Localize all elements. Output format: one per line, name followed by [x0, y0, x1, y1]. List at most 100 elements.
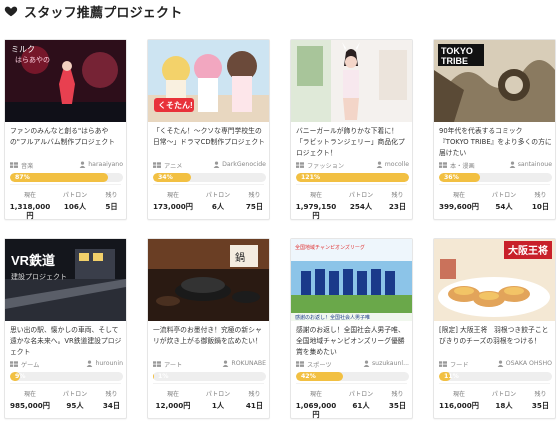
project-thumbnail[interactable]: VR鉄道 建設プロジェクト	[5, 239, 126, 321]
divider	[10, 184, 121, 185]
stat-value: 54人	[495, 202, 513, 211]
project-thumbnail[interactable]: くそたん!	[148, 40, 269, 122]
project-title[interactable]: 一流料亭のお墨付き！究極の新シャリが炊き上がる御飯鍋を広めたい！	[153, 325, 266, 359]
divider	[439, 184, 550, 185]
project-card[interactable]: バニーガールが飾りかな下着に！「ラビットランジェリー」商品化プロジェクト！ ファ…	[290, 39, 413, 220]
stat-value: 12,000円	[155, 401, 191, 410]
svg-text:くそたん!: くそたん!	[158, 100, 193, 110]
stat-value: 1,069,000円	[295, 401, 337, 419]
category-icon	[439, 361, 447, 367]
category-icon	[153, 162, 161, 168]
category-tag[interactable]: 本・漫画	[439, 161, 475, 170]
category-tag[interactable]: フード	[439, 360, 469, 369]
owner-link[interactable]: santainoue	[509, 161, 552, 168]
user-icon	[87, 360, 93, 367]
stat-label: パトロン	[491, 192, 517, 199]
category-tag[interactable]: ゲーム	[10, 360, 39, 369]
category-label: 本・漫画	[450, 163, 475, 170]
stat-remaining: 残り 5日	[97, 190, 126, 212]
project-card[interactable]: 大阪王将 [限定] 大阪王将 羽根つき餃子ことびきりのチーズの羽根をつける！ フ…	[433, 238, 556, 419]
project-card[interactable]: ミルク はらあやの ファンのみんなと創る"はらあやの"フルアルバム制作プロジェク…	[4, 39, 127, 220]
category-tag[interactable]: アート	[153, 360, 182, 369]
category-tag[interactable]: 音楽	[10, 161, 33, 170]
divider	[153, 184, 264, 185]
project-title[interactable]: 思い出の駅、懐かしの車両、そして遠かな名未来へ。VR鉄道建設プロジェクト	[10, 325, 123, 359]
stat-label: 残り	[534, 391, 547, 398]
stat-value: 35日	[388, 401, 407, 410]
owner-name: DarkGenocide	[222, 161, 266, 168]
stat-value: 6人	[211, 202, 225, 211]
stat-value: 23日	[388, 202, 407, 211]
category-label: 音楽	[21, 163, 34, 170]
stat-patrons: パトロン 95人	[53, 389, 97, 411]
user-icon	[223, 360, 229, 367]
project-thumbnail[interactable]: 鍋	[148, 239, 269, 321]
project-title[interactable]: バニーガールが飾りかな下着に！「ラビットランジェリー」商品化プロジェクト！	[296, 126, 409, 160]
stat-value: 10日	[531, 202, 550, 211]
owner-link[interactable]: haraaiyano	[79, 161, 123, 168]
category-tag[interactable]: アニメ	[153, 161, 182, 170]
stat-label: 残り	[391, 192, 404, 199]
project-card[interactable]: くそたん! 「くそたん！〜クソな専門学校生の日常〜」ドラマCD制作プロジェクト …	[147, 39, 270, 220]
stat-label: パトロン	[348, 192, 374, 199]
stat-patrons: パトロン 18人	[482, 389, 526, 411]
owner-link[interactable]: mocolle	[376, 161, 409, 168]
stat-value: 106人	[63, 202, 87, 211]
stat-label: 残り	[534, 192, 547, 199]
heart-icon	[4, 6, 18, 17]
project-card[interactable]: VR鉄道 建設プロジェクト 思い出の駅、懐かしの車両、そして遠かな名未来へ。VR…	[4, 238, 127, 419]
project-thumbnail[interactable]	[291, 40, 412, 122]
stat-value: 254人	[349, 202, 373, 211]
project-thumbnail[interactable]: 全国地域チャンピオンズリーグ 感謝のお返し！全国社会人男子唯	[291, 239, 412, 321]
stat-value: 1,979,150円	[295, 202, 337, 220]
stat-label: 残り	[105, 192, 118, 199]
svg-text:感謝のお返し！全国社会人男子唯: 感謝のお返し！全国社会人男子唯	[295, 314, 370, 321]
owner-link[interactable]: hurounin	[86, 360, 123, 367]
category-icon	[153, 361, 161, 367]
section-header: スタッフ推薦プロジェクト	[4, 2, 182, 21]
owner-link[interactable]: OSAKA OHSHO	[497, 360, 552, 367]
project-card[interactable]: 全国地域チャンピオンズリーグ 感謝のお返し！全国社会人男子唯 感謝のお返し！全国…	[290, 238, 413, 419]
stat-label: 現在	[166, 391, 179, 398]
category-label: スポーツ	[307, 362, 332, 369]
category-tag[interactable]: ファッション	[296, 161, 344, 170]
stat-current: 現在 1,979,150円	[293, 190, 339, 221]
stat-label: 残り	[391, 391, 404, 398]
project-thumbnail[interactable]: ミルク はらあやの	[5, 40, 126, 122]
category-tag[interactable]: スポーツ	[296, 360, 332, 369]
stat-patrons: パトロン 61人	[339, 389, 383, 411]
user-icon	[376, 161, 383, 168]
progress-bar: 36%	[439, 173, 552, 182]
owner-link[interactable]: suzukaunl...	[363, 360, 409, 367]
progress-bar: 1%	[153, 372, 266, 381]
stat-value: 399,600円	[439, 202, 479, 211]
project-title[interactable]: 90年代を代表するコミック『TOKYO TRIBE』をより多くの方に届けたい	[439, 126, 552, 160]
progress-percent: 34%	[158, 174, 173, 181]
stat-remaining: 残り 10日	[526, 190, 555, 212]
stat-value: 41日	[245, 401, 264, 410]
project-thumbnail[interactable]: TOKYO TRIBE	[434, 40, 555, 122]
progress-percent: 87%	[15, 174, 30, 181]
owner-link[interactable]: DarkGenocide	[213, 161, 266, 168]
stat-label: 現在	[166, 192, 179, 199]
owner-name: suzukaunl...	[371, 360, 409, 367]
svg-text:鍋: 鍋	[235, 251, 245, 264]
project-card[interactable]: TOKYO TRIBE 90年代を代表するコミック『TOKYO TRIBE』をよ…	[433, 39, 556, 220]
progress-percent: 9%	[15, 373, 26, 380]
category-label: ファッション	[307, 163, 345, 170]
stat-patrons: パトロン 254人	[339, 190, 383, 212]
stat-label: 現在	[452, 391, 465, 398]
stat-remaining: 残り 41日	[240, 389, 269, 411]
stat-patrons: パトロン 1人	[196, 389, 240, 411]
project-title[interactable]: [限定] 大阪王将 羽根つき餃子ことびきりのチーズの羽根をつける！	[439, 325, 552, 359]
owner-link[interactable]: ROKUNABE	[222, 360, 266, 367]
project-title[interactable]: 「くそたん！〜クソな専門学校生の日常〜」ドラマCD制作プロジェクト	[153, 126, 266, 160]
project-card[interactable]: 鍋 一流料亭のお墨付き！究極の新シャリが炊き上がる御飯鍋を広めたい！ アート R…	[147, 238, 270, 419]
progress-bar: 11%	[439, 372, 552, 381]
user-icon	[509, 161, 515, 168]
project-thumbnail[interactable]: 大阪王将	[434, 239, 555, 321]
project-title[interactable]: ファンのみんなと創る"はらあやの"フルアルバム制作プロジェクト	[10, 126, 123, 160]
project-title[interactable]: 感謝のお返し！全国社会人男子唯、全国地域チャンピオンズリーグ優勝賞を集めたい	[296, 325, 409, 359]
stat-label: 残り	[248, 192, 261, 199]
svg-text:VR鉄道: VR鉄道	[11, 253, 55, 268]
